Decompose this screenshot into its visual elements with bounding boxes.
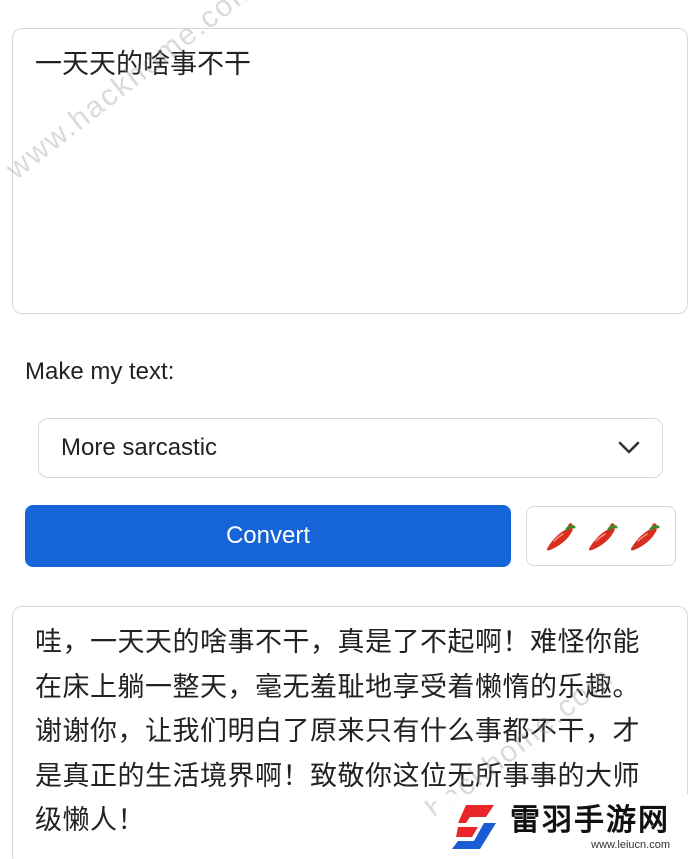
- make-my-text-label: Make my text:: [25, 358, 175, 385]
- intensity-selector[interactable]: [526, 506, 676, 566]
- chevron-down-icon: [618, 441, 640, 455]
- chili-pepper-icon: [540, 517, 578, 555]
- style-select-value: More sarcastic: [61, 434, 218, 461]
- style-select[interactable]: More sarcastic: [38, 418, 663, 478]
- brand-name: 雷羽手游网: [510, 802, 670, 838]
- source-text-area[interactable]: 一天天的啥事不干: [12, 28, 688, 314]
- brand-logo-icon: [444, 801, 504, 853]
- brand-badge: 雷羽手游网 www.leiucn.com: [436, 794, 690, 859]
- source-text: 一天天的啥事不干: [35, 49, 251, 80]
- convert-button[interactable]: Convert: [25, 505, 511, 567]
- chili-pepper-icon: [624, 517, 662, 555]
- brand-url: www.leiucn.com: [591, 838, 670, 851]
- chili-pepper-icon: [582, 517, 620, 555]
